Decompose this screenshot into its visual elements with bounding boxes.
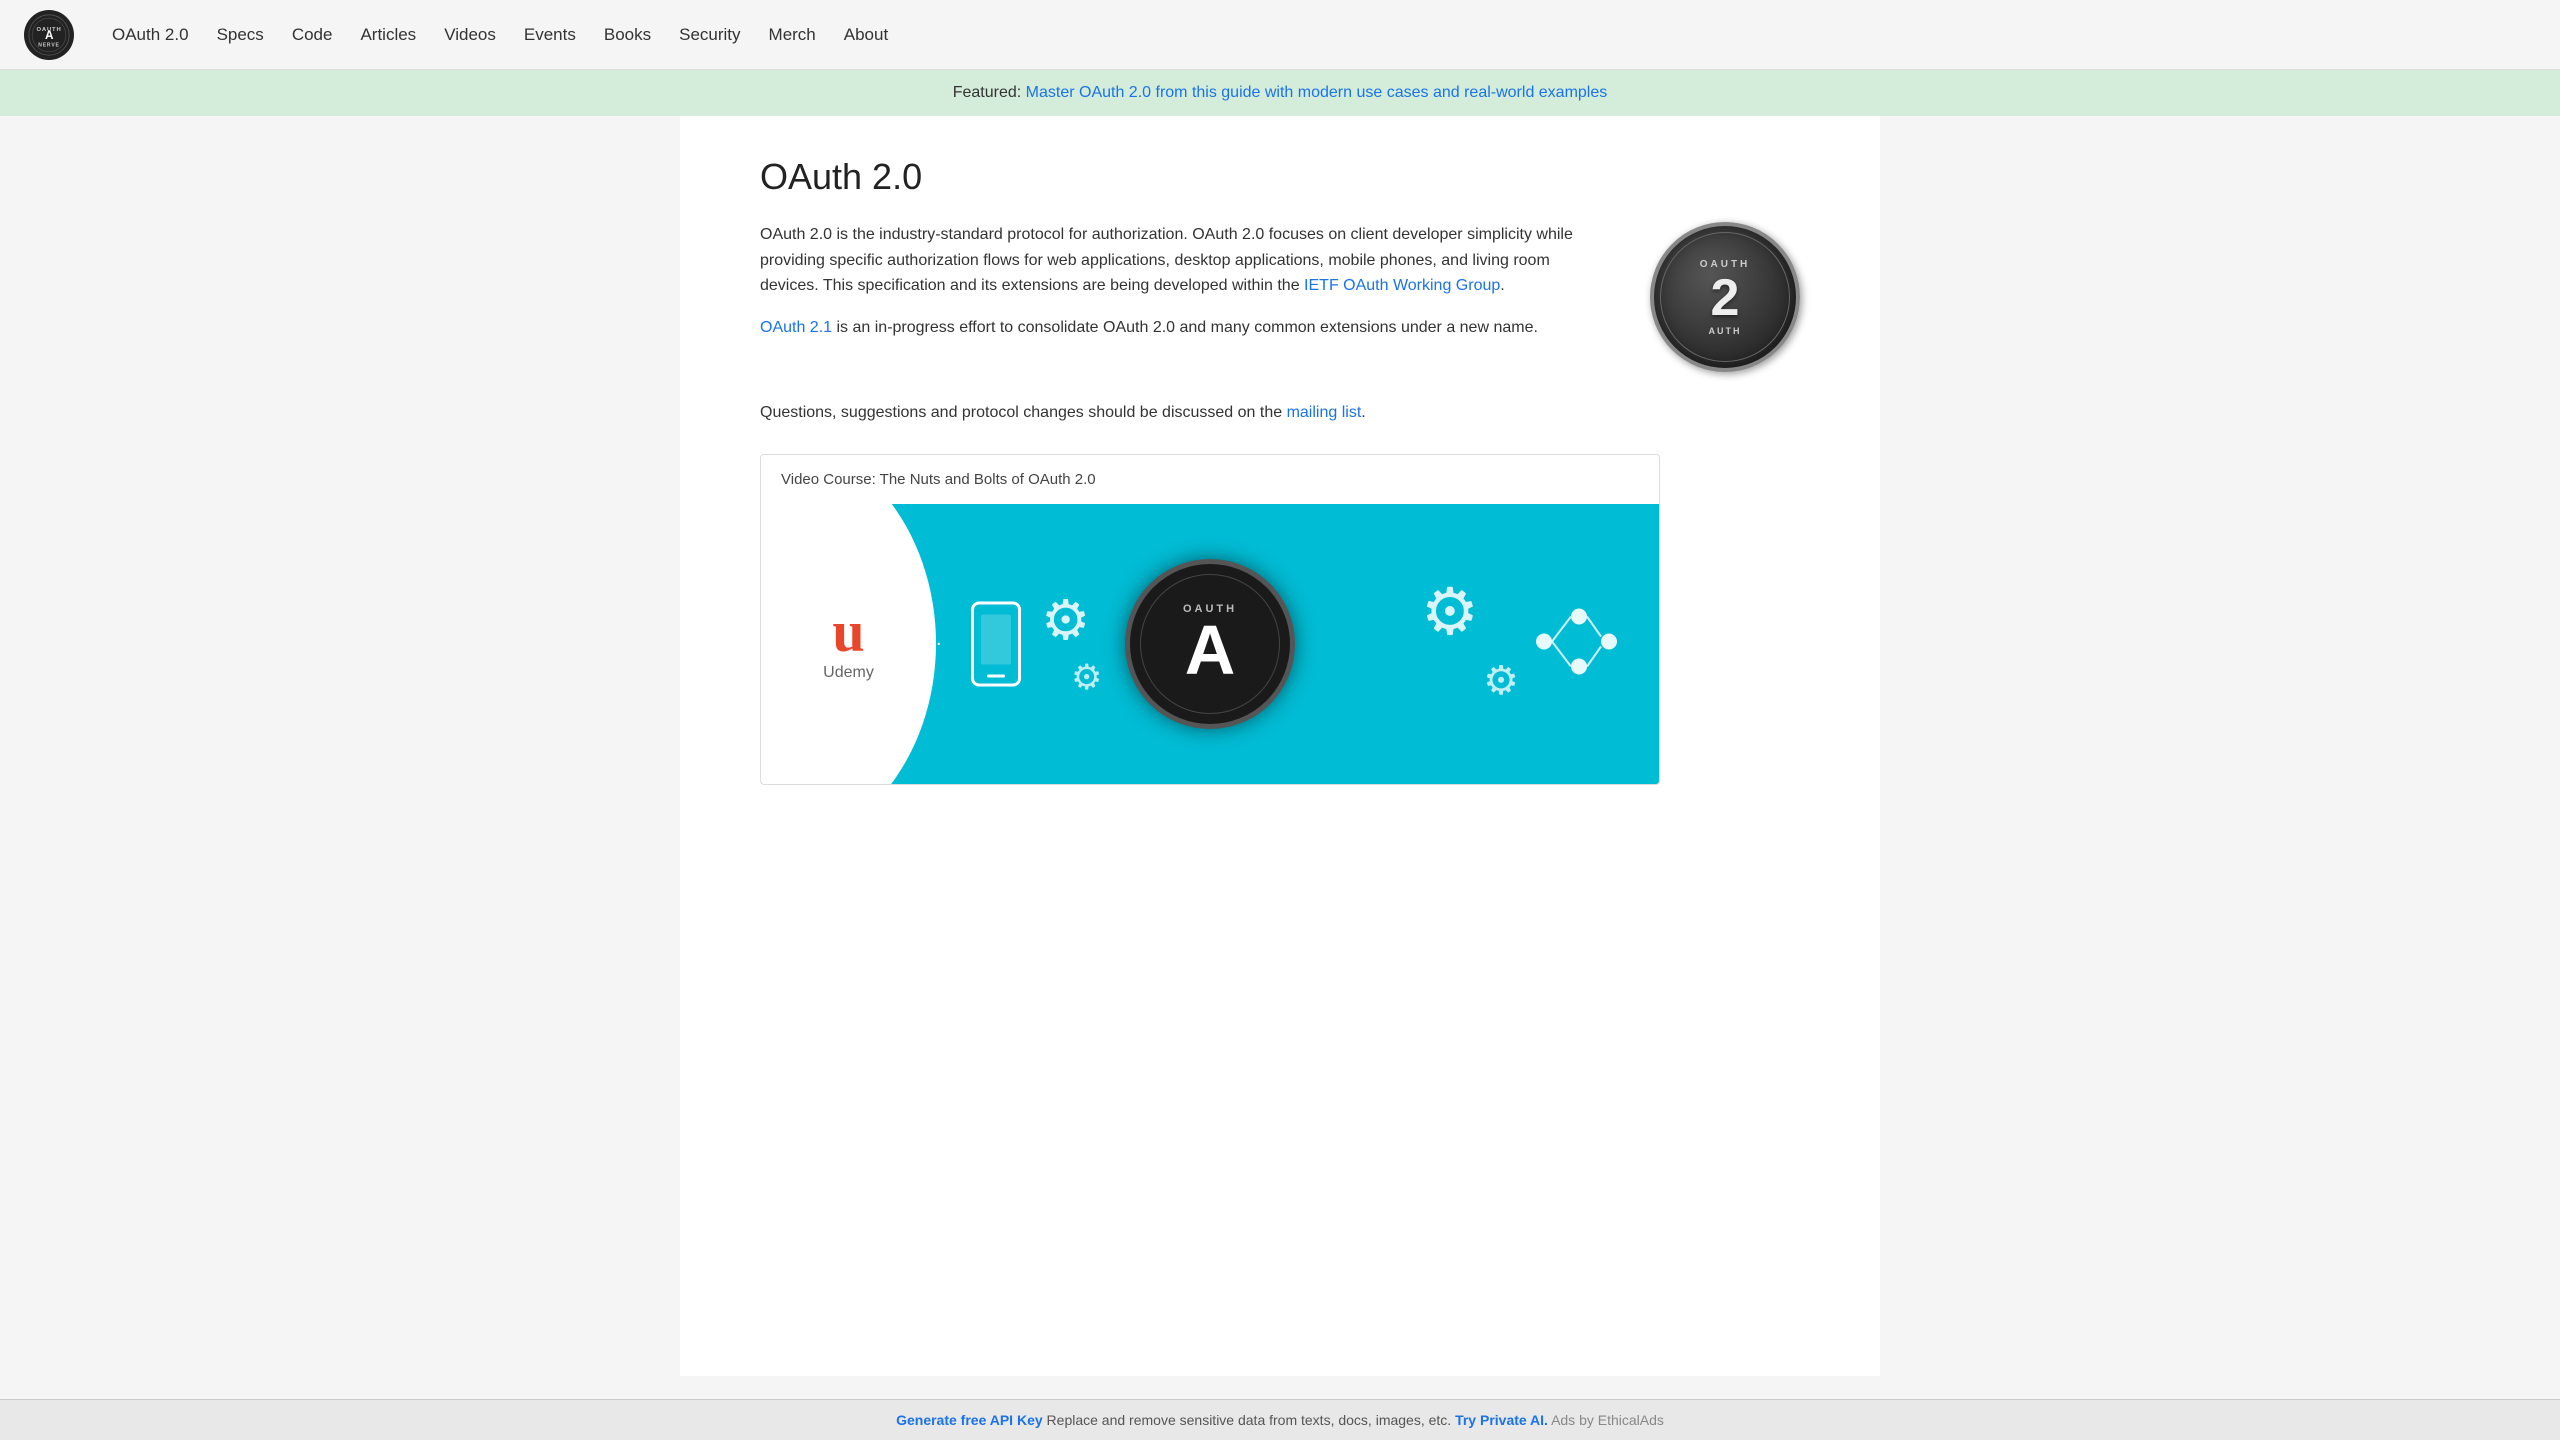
ad-footer: Generate free API Key Replace and remove…: [0, 1399, 2560, 1440]
udemy-u-icon: u: [832, 606, 864, 658]
gear-left-icon: ⚙: [1041, 588, 1090, 652]
nav-link-code[interactable]: Code: [278, 17, 347, 53]
oauth21-link[interactable]: OAuth 2.1: [760, 319, 832, 336]
svg-text:A: A: [45, 29, 54, 42]
gear-right-large-icon: ⚙: [1421, 574, 1479, 650]
phone-screen: [981, 614, 1011, 664]
main-content: OAuth 2.0 OAuth 2.0 is the industry-stan…: [680, 116, 1880, 1376]
nav-link-about[interactable]: About: [830, 17, 902, 53]
mailing-list-link[interactable]: mailing list: [1287, 404, 1362, 421]
svg-text:NERVE: NERVE: [38, 42, 59, 48]
video-thumbnail[interactable]: u Udemy ··· ⚙ ⚙ OAUTH A ⚙ ⚙: [761, 504, 1659, 784]
nav-item-articles[interactable]: Articles: [346, 17, 430, 53]
nav-link-specs[interactable]: Specs: [203, 17, 278, 53]
ad-description: Replace and remove sensitive data from t…: [1047, 1412, 1456, 1428]
nav-link-books[interactable]: Books: [590, 17, 665, 53]
nav-link-videos[interactable]: Videos: [430, 17, 510, 53]
oauth21-paragraph: OAuth 2.1 is an in-progress effort to co…: [760, 315, 1610, 341]
phone-icon: [971, 601, 1021, 686]
connection-dots: ···: [916, 632, 945, 655]
oauth-logo-badge: OAUTH 2 AUTH: [1650, 222, 1800, 372]
featured-banner: Featured: Master OAuth 2.0 from this gui…: [0, 70, 2560, 116]
gear-left-small-icon: ⚙: [1071, 658, 1102, 698]
nav-links: OAuth 2.0 Specs Code Articles Videos Eve…: [98, 17, 902, 53]
featured-link[interactable]: Master OAuth 2.0 from this guide with mo…: [1026, 84, 1608, 101]
nav-link-events[interactable]: Events: [510, 17, 590, 53]
intro-section: OAuth 2.0 is the industry-standard proto…: [760, 222, 1800, 372]
nav-item-code[interactable]: Code: [278, 17, 347, 53]
mailing-paragraph: Questions, suggestions and protocol chan…: [760, 400, 1800, 426]
network-icon: [1529, 601, 1619, 686]
udemy-text: Udemy: [823, 664, 874, 682]
badge-number: 2: [1711, 272, 1740, 324]
nav-item-specs[interactable]: Specs: [203, 17, 278, 53]
nav-link-security[interactable]: Security: [665, 17, 754, 53]
logo-circle: OAUTH A NERVE: [24, 10, 74, 60]
nav-item-videos[interactable]: Videos: [430, 17, 510, 53]
ietf-link[interactable]: IETF OAuth Working Group: [1304, 277, 1500, 294]
video-course-box: Video Course: The Nuts and Bolts of OAut…: [760, 454, 1660, 785]
nav-item-security[interactable]: Security: [665, 17, 754, 53]
gear-right-medium-icon: ⚙: [1483, 658, 1519, 704]
phone-home-button: [987, 674, 1005, 677]
udemy-section: u Udemy: [761, 504, 936, 784]
nav-link-oauth20[interactable]: OAuth 2.0: [98, 17, 203, 53]
try-private-link[interactable]: Try Private AI.: [1455, 1412, 1548, 1428]
featured-label: Featured:: [953, 84, 1021, 101]
intro-paragraph: OAuth 2.0 is the industry-standard proto…: [760, 222, 1610, 299]
center-oauth-badge: OAUTH A: [1125, 559, 1295, 729]
ads-label: Ads by EthicalAds: [1551, 1412, 1664, 1428]
nav-item-merch[interactable]: Merch: [755, 17, 830, 53]
page-title: OAuth 2.0: [760, 156, 1800, 198]
nav-item-about[interactable]: About: [830, 17, 902, 53]
nav-item-books[interactable]: Books: [590, 17, 665, 53]
site-logo[interactable]: OAUTH A NERVE: [24, 10, 74, 60]
video-course-label: Video Course: The Nuts and Bolts of OAut…: [761, 455, 1659, 504]
api-key-link[interactable]: Generate free API Key: [896, 1412, 1043, 1428]
nav-link-merch[interactable]: Merch: [755, 17, 830, 53]
nav-item-events[interactable]: Events: [510, 17, 590, 53]
navbar: OAUTH A NERVE OAuth 2.0 Specs Code Artic…: [0, 0, 2560, 70]
nav-item-oauth20[interactable]: OAuth 2.0: [98, 17, 203, 53]
badge-top-text: OAUTH: [1700, 259, 1751, 270]
nav-link-articles[interactable]: Articles: [346, 17, 430, 53]
badge-inner-ring: [1140, 574, 1280, 714]
badge-bottom-text: AUTH: [1709, 326, 1742, 336]
intro-text: OAuth 2.0 is the industry-standard proto…: [760, 222, 1610, 356]
